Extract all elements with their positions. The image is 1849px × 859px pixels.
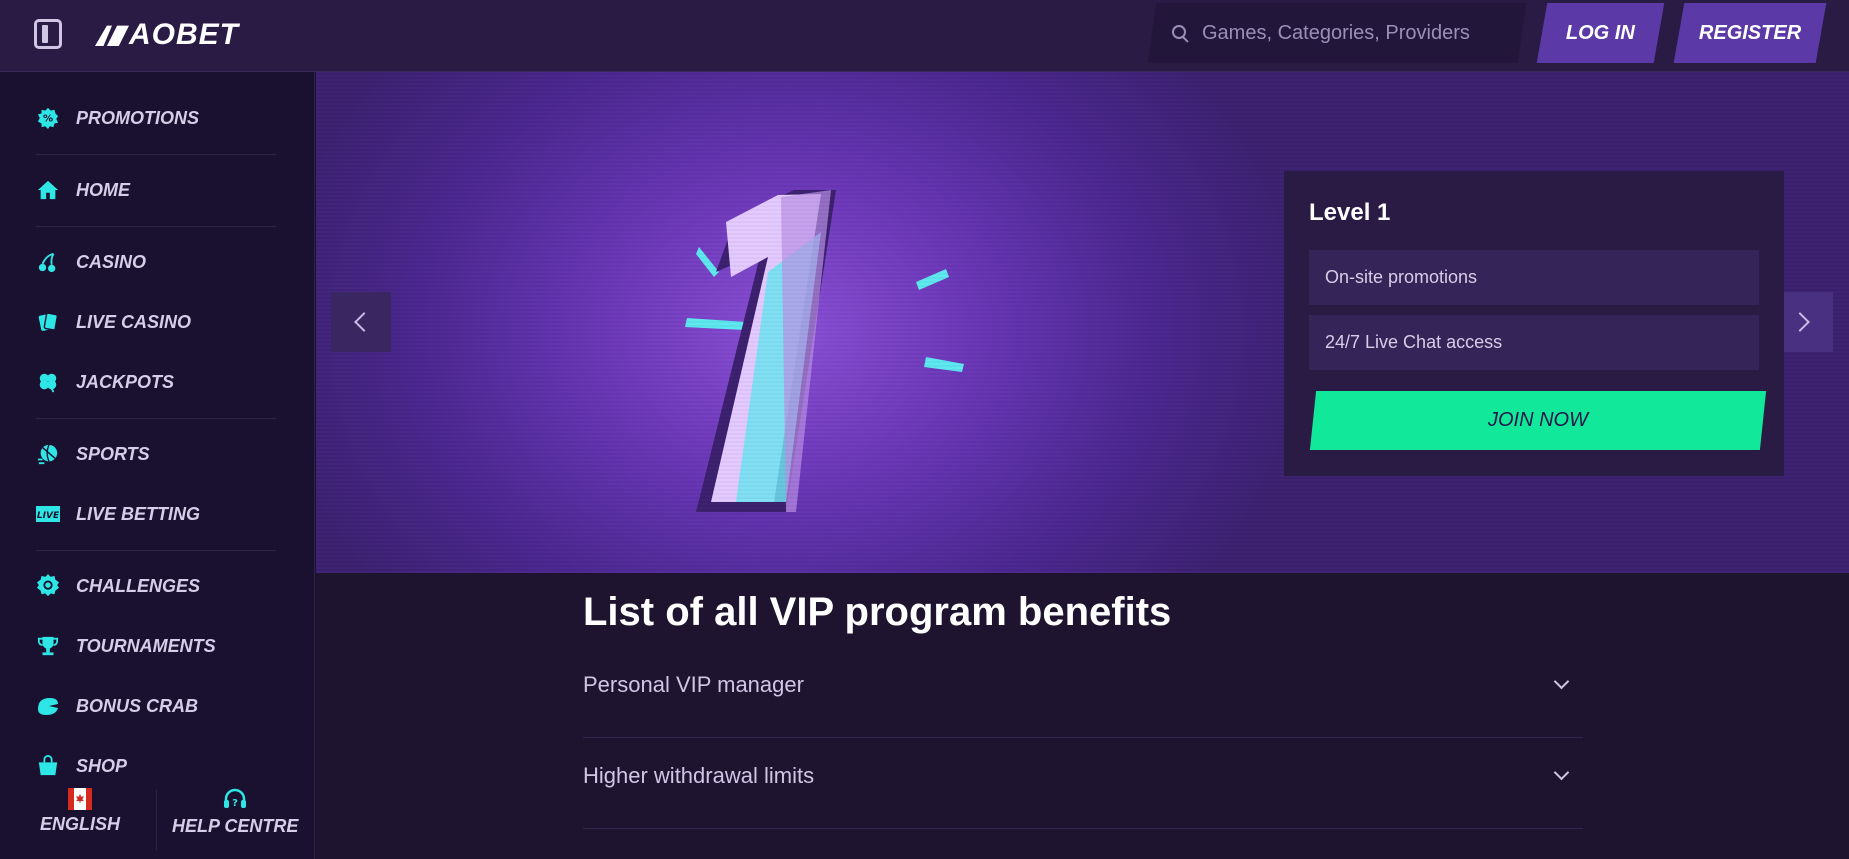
sports-ball-icon	[36, 442, 60, 466]
clover-icon	[36, 370, 60, 394]
sidebar-item-label: CHALLENGES	[76, 575, 201, 596]
help-centre-label: HELP CENTRE	[172, 816, 299, 836]
headset-help-icon: ?	[224, 788, 247, 809]
chevron-left-icon	[354, 312, 374, 332]
language-selector[interactable]: ENGLISH	[40, 788, 120, 835]
svg-text:%: %	[43, 114, 53, 125]
crab-icon	[36, 694, 60, 718]
divider	[583, 737, 1583, 738]
sidebar-item-sports[interactable]: SPORTS	[36, 434, 150, 474]
sidebar-item-live-betting[interactable]: LIVE LIVE BETTING	[36, 494, 200, 534]
sidebar-item-label: SHOP	[76, 755, 128, 776]
benefit-accordion-item[interactable]: Personal VIP manager	[583, 648, 1583, 738]
sidebar-item-label: LIVE CASINO	[76, 311, 192, 332]
logo[interactable]: AOBET	[95, 18, 239, 52]
divider	[156, 790, 157, 850]
benefit-accordion-item[interactable]: Higher withdrawal limits	[583, 739, 1583, 829]
level-title: Level 1	[1309, 199, 1391, 226]
benefit-label: Higher withdrawal limits	[583, 763, 815, 788]
join-now-label: JOIN NOW	[1488, 409, 1588, 431]
perk-item: 24/7 Live Chat access	[1309, 315, 1759, 370]
cards-icon	[36, 310, 60, 334]
join-now-button[interactable]: JOIN NOW	[1309, 391, 1767, 450]
login-button-label: LOG IN	[1566, 21, 1635, 44]
live-badge-text: LIVE	[37, 511, 60, 521]
sidebar-item-label: PROMOTIONS	[76, 107, 200, 128]
medal-icon	[36, 574, 60, 598]
divider	[36, 418, 276, 419]
chevron-right-icon	[1790, 312, 1810, 332]
sidebar-item-label: HOME	[76, 179, 130, 200]
language-label: ENGLISH	[40, 814, 121, 834]
level-card: Level 1 On-site promotions 24/7 Live Cha…	[1284, 171, 1784, 476]
logo-mark-icon	[95, 25, 129, 47]
divider	[36, 550, 276, 551]
search-placeholder: Games, Categories, Providers	[1202, 21, 1470, 44]
chevron-down-icon	[1553, 673, 1570, 690]
carousel-prev-button[interactable]	[331, 292, 391, 352]
sidebar-item-bonus-crab[interactable]: BONUS CRAB	[36, 686, 198, 726]
canada-flag-icon	[68, 788, 92, 810]
chevron-down-icon	[1553, 764, 1570, 781]
perk-item: On-site promotions	[1309, 250, 1759, 305]
sidebar-item-live-casino[interactable]: LIVE CASINO	[36, 302, 191, 342]
sidebar-item-shop[interactable]: SHOP	[36, 746, 127, 786]
sidebar-item-tournaments[interactable]: TOURNAMENTS	[36, 626, 216, 666]
sidebar: % PROMOTIONS HOME CASINO LIVE CASINO JAC…	[0, 72, 315, 859]
search-icon	[1170, 23, 1190, 43]
logo-text: AOBET	[129, 18, 239, 51]
sidebar-item-label: SPORTS	[76, 443, 150, 464]
sidebar-item-promotions[interactable]: % PROMOTIONS	[36, 98, 199, 138]
benefit-label: Personal VIP manager	[583, 672, 804, 697]
help-centre-link[interactable]: ? HELP CENTRE	[172, 788, 298, 837]
sidebar-item-label: JACKPOTS	[76, 371, 175, 392]
sidebar-item-label: CASINO	[76, 251, 147, 272]
top-header: AOBET Games, Categories, Providers LOG I…	[0, 0, 1849, 72]
sidebar-item-label: BONUS CRAB	[76, 695, 199, 716]
sidebar-item-label: TOURNAMENTS	[76, 635, 216, 656]
divider	[36, 226, 276, 227]
sidebar-item-jackpots[interactable]: JACKPOTS	[36, 362, 174, 402]
sidebar-item-home[interactable]: HOME	[36, 170, 130, 210]
sidebar-toggle-icon[interactable]	[34, 19, 62, 49]
divider	[583, 828, 1583, 829]
benefits-title: List of all VIP program benefits	[583, 590, 1172, 634]
search-input[interactable]: Games, Categories, Providers	[1170, 3, 1470, 63]
cherries-icon	[36, 250, 60, 274]
login-button[interactable]: LOG IN	[1536, 3, 1665, 63]
sidebar-item-label: LIVE BETTING	[76, 503, 201, 524]
register-button-label: REGISTER	[1698, 21, 1802, 44]
shopping-bag-icon	[36, 754, 60, 778]
divider	[36, 154, 276, 155]
sidebar-item-casino[interactable]: CASINO	[36, 242, 146, 282]
register-button[interactable]: REGISTER	[1673, 3, 1827, 63]
promotions-icon: %	[36, 106, 60, 130]
live-badge-icon: LIVE	[36, 502, 60, 526]
trophy-icon	[36, 634, 60, 658]
home-icon	[36, 178, 60, 202]
svg-text:?: ?	[232, 798, 238, 809]
sidebar-item-challenges[interactable]: CHALLENGES	[36, 566, 200, 606]
